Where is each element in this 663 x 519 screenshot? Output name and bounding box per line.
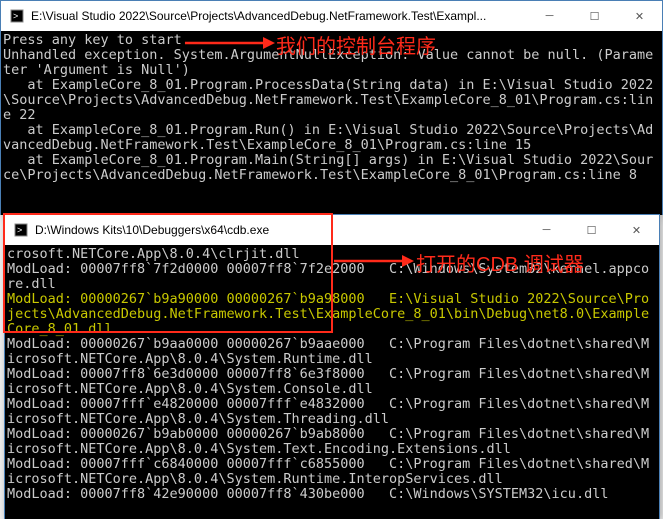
console-line: Press any key to start. [3, 32, 190, 48]
console-line: ModLoad: 00007ff8`42e90000 00007ff8`430b… [7, 486, 608, 502]
maximize-button[interactable]: ☐ [569, 215, 614, 245]
console-line: ModLoad: 00007ff8`6e3d0000 00007ff8`6e3f… [7, 366, 649, 397]
console-line: at ExampleCore_8_01.Program.Main(String[… [3, 152, 653, 183]
console-line: at ExampleCore_8_01.Program.ProcessData(… [3, 77, 653, 123]
close-button[interactable]: ✕ [617, 1, 662, 31]
maximize-button[interactable]: ☐ [572, 1, 617, 31]
title-text-1: E:\Visual Studio 2022\Source\Projects\Ad… [31, 9, 527, 23]
app-icon: > [9, 8, 25, 24]
minimize-button[interactable]: ─ [527, 1, 572, 31]
console-window-1: > E:\Visual Studio 2022\Source\Projects\… [0, 0, 663, 215]
svg-text:>: > [13, 11, 18, 21]
console-line: ModLoad: 00007ff8`7f2d0000 00007ff8`7f2e… [7, 261, 649, 292]
close-button[interactable]: ✕ [614, 215, 659, 245]
console-line: ModLoad: 00000267`b9a90000 00000267`b9a9… [7, 291, 649, 337]
console-line: at ExampleCore_8_01.Program.Run() in E:\… [3, 122, 653, 153]
window-controls-2: ─ ☐ ✕ [524, 215, 659, 245]
console-output-1[interactable]: Press any key to start. Unhandled except… [1, 31, 662, 215]
app-icon: > [13, 222, 29, 238]
console-line: ModLoad: 00000267`b9aa0000 00000267`b9aa… [7, 336, 649, 367]
titlebar-1[interactable]: > E:\Visual Studio 2022\Source\Projects\… [1, 1, 662, 31]
console-line: ModLoad: 00000267`b9ab0000 00000267`b9ab… [7, 426, 649, 457]
console-line: ModLoad: 00007fff`c6840000 00007fff`c685… [7, 456, 649, 487]
console-line: crosoft.NETCore.App\8.0.4\clrjit.dll [7, 246, 300, 262]
console-window-2: > D:\Windows Kits\10\Debuggers\x64\cdb.e… [4, 214, 660, 519]
title-text-2: D:\Windows Kits\10\Debuggers\x64\cdb.exe [35, 223, 524, 237]
window-controls-1: ─ ☐ ✕ [527, 1, 662, 31]
console-output-2[interactable]: crosoft.NETCore.App\8.0.4\clrjit.dll Mod… [5, 245, 659, 519]
svg-text:>: > [17, 225, 22, 235]
titlebar-2[interactable]: > D:\Windows Kits\10\Debuggers\x64\cdb.e… [5, 215, 659, 245]
console-line: ModLoad: 00007fff`e4820000 00007fff`e483… [7, 396, 649, 427]
console-line: Unhandled exception. System.ArgumentNull… [3, 47, 653, 78]
minimize-button[interactable]: ─ [524, 215, 569, 245]
